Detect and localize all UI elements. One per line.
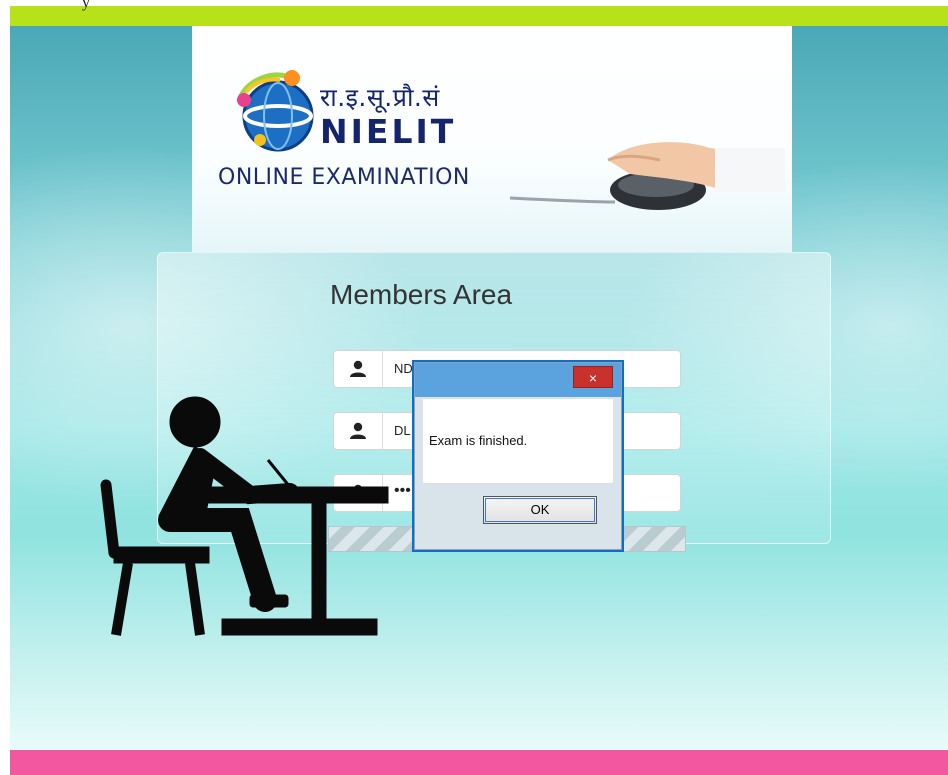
page-title: Members Area	[330, 279, 513, 310]
ok-button[interactable]: OK	[483, 496, 597, 524]
nielit-globe-logo-icon	[237, 70, 314, 152]
logo-hindi-text: रा.इ.सू.प्रौ.सं	[320, 83, 440, 112]
message-dialog: × Exam is finished. OK	[414, 362, 622, 550]
dialog-body: Exam is finished.	[423, 399, 613, 483]
close-icon[interactable]: ×	[573, 366, 613, 388]
username-value: ND	[394, 361, 413, 376]
logo-subtitle: ONLINE EXAMINATION	[218, 165, 470, 190]
user-icon	[334, 351, 383, 387]
hand-mouse-icon	[510, 142, 785, 210]
dialog-message: Exam is finished.	[429, 433, 528, 448]
top-color-bar: y	[10, 0, 948, 26]
logo-brand-text: NIELIT	[320, 112, 457, 151]
bottom-color-bar	[10, 750, 948, 775]
top-caption: y	[82, 0, 90, 11]
student-at-desk-icon	[100, 396, 389, 636]
left-border	[0, 0, 10, 775]
